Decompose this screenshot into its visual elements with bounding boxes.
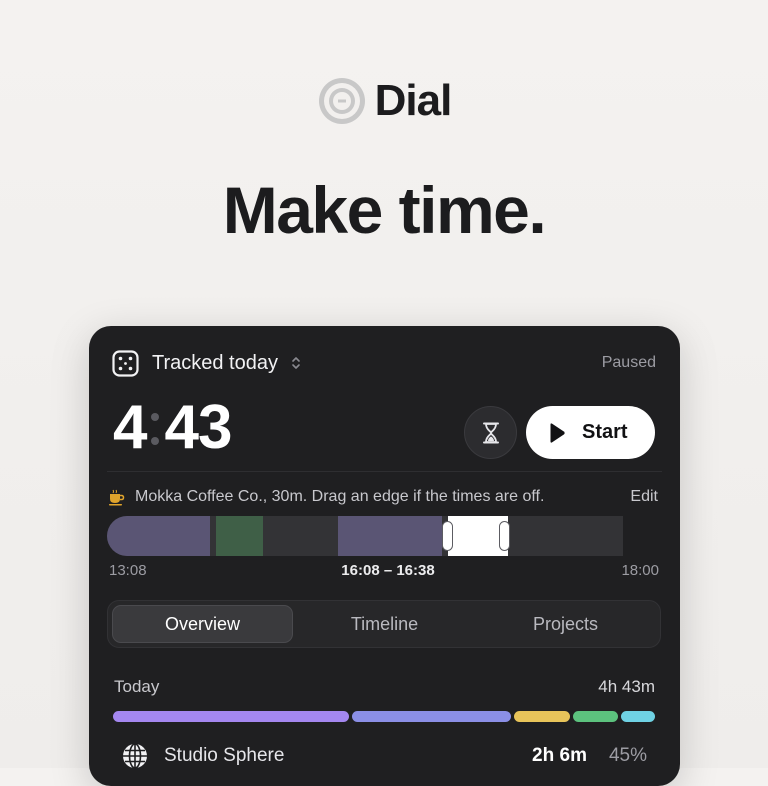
strip-labels: 13:08 16:08 – 16:38 18:00 (109, 562, 659, 580)
right-drag-handle[interactable] (499, 521, 510, 551)
tracker-icon (112, 349, 139, 377)
time-strip[interactable] (107, 516, 623, 556)
timer-colon (149, 404, 161, 454)
brand-header: Dial (0, 76, 768, 126)
start-button[interactable]: Start (526, 406, 655, 459)
today-summary: Today 4h 43m (114, 676, 655, 698)
brand-name: Dial (374, 76, 453, 125)
strip-selected-range: 16:08 – 16:38 (341, 562, 435, 579)
card-header: Tracked today Paused (112, 348, 656, 378)
left-drag-handle[interactable] (442, 521, 453, 551)
segment-purple-2 (338, 516, 442, 556)
start-label: Start (582, 421, 628, 443)
strip-end-time: 18:00 (621, 562, 659, 579)
entry-description: Mokka Coffee Co., 30m. Drag an edge if t… (135, 488, 545, 505)
hourglass-button[interactable] (464, 406, 517, 459)
dial-logo-icon (318, 78, 365, 124)
distribution-bar (113, 711, 655, 722)
segment-green (216, 516, 263, 556)
dist-segment-cyan (621, 711, 655, 722)
project-name: Studio Sphere (164, 745, 285, 766)
tracked-today-selector[interactable]: Tracked today (152, 352, 278, 375)
status-label: Paused (601, 354, 656, 371)
play-icon (550, 422, 565, 443)
dist-segment-blue (352, 711, 511, 722)
view-tabs: Overview Timeline Projects (107, 600, 661, 648)
hourglass-icon (482, 422, 499, 443)
tab-overview[interactable]: Overview (112, 605, 293, 643)
segment-purple-1 (107, 516, 210, 556)
dist-segment-purple (113, 711, 349, 722)
entry-row: Mokka Coffee Co., 30m. Drag an edge if t… (108, 486, 658, 508)
elapsed-timer: 4 43 (113, 392, 232, 462)
today-total: 4h 43m (598, 677, 655, 696)
project-row[interactable]: Studio Sphere 2h 6m 45% (122, 742, 647, 770)
headline: Make time. (222, 173, 547, 247)
dist-segment-green (573, 711, 618, 722)
coffee-icon (109, 489, 125, 505)
tab-projects[interactable]: Projects (475, 605, 656, 643)
today-label: Today (114, 677, 160, 696)
tracker-card: Tracked today Paused 4 43 Start Mokka Co… (89, 326, 680, 786)
project-percent: 45% (608, 745, 647, 766)
globe-icon (123, 743, 147, 769)
edit-link[interactable]: Edit (630, 488, 658, 506)
timer-hours: 4 (113, 392, 147, 462)
timer-minutes: 43 (164, 392, 232, 462)
dist-segment-yellow (514, 711, 570, 722)
divider (107, 471, 662, 472)
tab-timeline[interactable]: Timeline (294, 605, 475, 643)
project-duration: 2h 6m (532, 745, 587, 766)
chevron-updown-icon[interactable] (290, 355, 302, 371)
